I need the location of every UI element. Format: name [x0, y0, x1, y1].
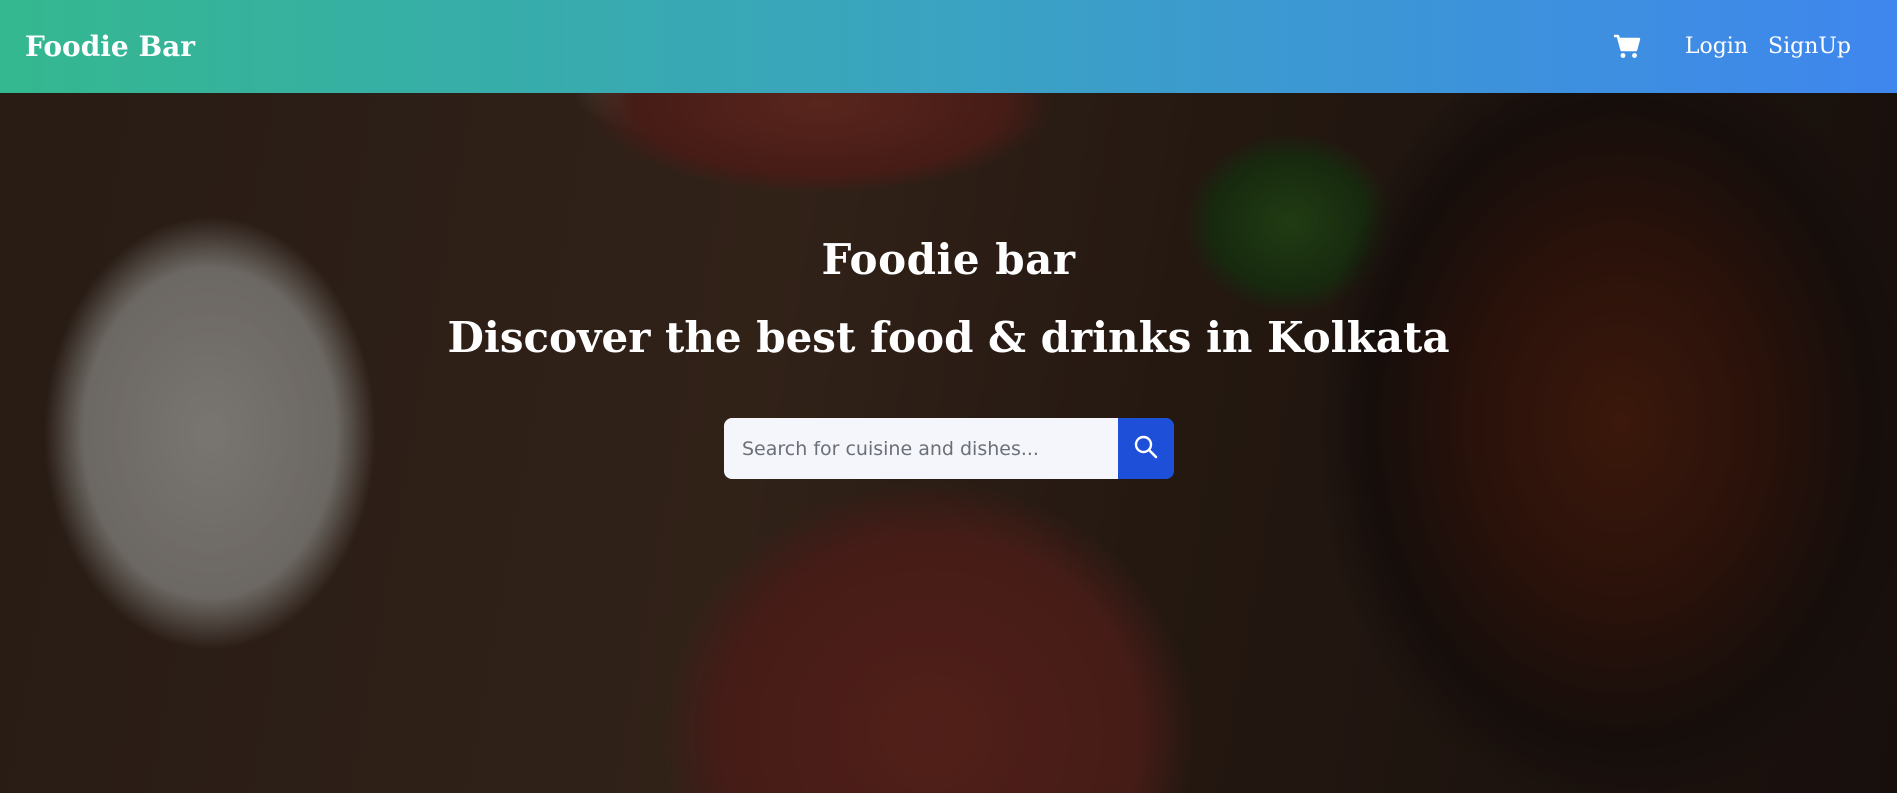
hero-subtitle: Discover the best food & drinks in Kolka…: [447, 313, 1450, 362]
cart-icon[interactable]: [1613, 32, 1643, 62]
login-link[interactable]: Login: [1685, 34, 1748, 59]
signup-link[interactable]: SignUp: [1768, 34, 1851, 59]
search-bar: [724, 418, 1174, 479]
nav-actions: Login SignUp: [1613, 32, 1851, 62]
navbar: Foodie Bar Login SignUp: [0, 0, 1897, 93]
hero-title: Foodie bar: [821, 235, 1076, 284]
search-button[interactable]: [1118, 418, 1174, 479]
brand-logo[interactable]: Foodie Bar: [25, 30, 195, 63]
search-input[interactable]: [724, 418, 1118, 479]
search-icon: [1133, 434, 1159, 463]
